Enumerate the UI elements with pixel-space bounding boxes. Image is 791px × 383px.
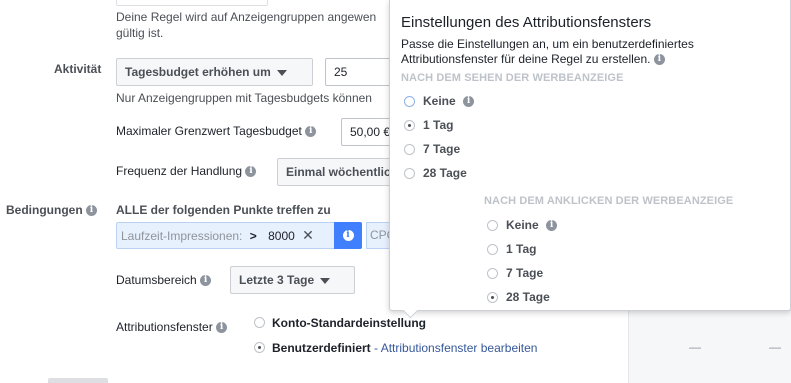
activity-note: Nur Anzeigengruppen mit Tagesbudgets kön… <box>116 91 372 105</box>
attribution-label-row: Attributionsfenster i <box>116 320 228 334</box>
rule-note-line2: gültig ist. <box>116 26 164 40</box>
click-option-label[interactable]: 1 Tag <box>506 242 536 256</box>
activity-action-dropdown[interactable]: Tagesbudget erhöhen um <box>116 58 313 86</box>
chip-info-button[interactable]: i <box>334 222 362 249</box>
condition-chip[interactable]: Laufzeit-Impressionen: > 8000 ✕ <box>116 222 362 249</box>
info-icon[interactable]: i <box>245 166 257 178</box>
conditions-label-row: Bedingungen i <box>6 203 98 217</box>
click-option-label[interactable]: 7 Tage <box>506 266 543 280</box>
info-icon: i <box>342 230 354 242</box>
attribution-label: Attributionsfenster <box>116 320 213 334</box>
chip-metric: Laufzeit-Impressionen: <box>121 229 243 243</box>
conditions-scope: ALLE der folgenden Punkte treffen zu <box>116 203 331 217</box>
activity-label: Aktivität <box>54 62 102 76</box>
date-range-label: Datumsbereich <box>116 273 197 287</box>
attribution-popover: Einstellungen des Attributionsfensters P… <box>389 0 791 311</box>
view-option-radio[interactable] <box>404 168 415 179</box>
attribution-custom-row: Benutzerdefiniert - Attributionsfenster … <box>272 341 537 355</box>
max-budget-label-row: Maximaler Grenzwert Tagesbudget i <box>116 124 317 138</box>
date-range-label-row: Datumsbereich i <box>116 273 212 287</box>
view-option-radio[interactable] <box>404 96 415 107</box>
view-option-label[interactable]: 1 Tag <box>423 118 453 132</box>
top-field-edge <box>116 0 268 6</box>
view-option-radio[interactable] <box>404 120 415 131</box>
info-icon[interactable]: i <box>653 54 665 66</box>
info-icon[interactable]: i <box>200 275 212 287</box>
frequency-label: Frequenz der Handlung <box>116 164 243 178</box>
attribution-separator: - <box>370 341 381 355</box>
right-panel-dash: — <box>769 340 781 354</box>
click-option-label[interactable]: 28 Tage <box>506 290 550 304</box>
info-icon[interactable]: i <box>216 322 228 334</box>
close-icon[interactable]: ✕ <box>302 227 314 243</box>
click-option-radio[interactable] <box>487 268 498 279</box>
chevron-down-icon <box>320 277 331 284</box>
click-option-radio[interactable] <box>487 220 498 231</box>
info-icon[interactable]: i <box>86 205 98 217</box>
chip-operator: > <box>249 229 257 243</box>
frequency-label-row: Frequenz der Handlung i <box>116 164 257 178</box>
view-heading: NACH DEM SEHEN DER WERBEANZEIGE <box>401 72 624 84</box>
info-icon[interactable]: i <box>546 220 558 232</box>
click-heading: NACH DEM ANKLICKEN DER WERBEANZEIGE <box>484 195 734 207</box>
click-option-radio[interactable] <box>487 292 498 303</box>
info-icon[interactable]: i <box>463 96 475 108</box>
chevron-down-icon <box>276 69 287 76</box>
max-budget-label: Maximaler Grenzwert Tagesbudget <box>116 124 302 138</box>
popover-title: Einstellungen des Attributionsfensters <box>401 14 652 31</box>
info-icon[interactable]: i <box>305 126 317 138</box>
popover-desc-line2: Attributionsfenster für deine Regel zu e… <box>401 52 651 66</box>
popover-desc-line1: Passe die Einstellungen an, um ein benut… <box>401 37 694 51</box>
click-option-keine-row[interactable]: Keine i <box>506 218 558 232</box>
view-option-label: Keine <box>423 94 456 108</box>
view-option-label[interactable]: 7 Tage <box>423 142 460 156</box>
edit-attribution-link[interactable]: Attributionsfenster bearbeiten <box>381 341 538 355</box>
date-range-value: Letzte 3 Tage <box>239 273 315 287</box>
chip-value: 8000 <box>268 229 295 243</box>
popover-desc-row2: Attributionsfenster für deine Regel zu e… <box>401 52 665 66</box>
bottom-partial-row <box>48 378 128 383</box>
frequency-dropdown[interactable]: Einmal wöchentlich <box>277 158 407 186</box>
attribution-default-label[interactable]: Konto-Standardeinstellung <box>272 316 426 330</box>
right-panel-dash: — <box>689 340 701 354</box>
click-option-label: Keine <box>506 218 539 232</box>
view-option-label[interactable]: 28 Tage <box>423 166 467 180</box>
date-range-dropdown[interactable]: Letzte 3 Tage <box>230 266 355 294</box>
attribution-default-radio[interactable] <box>254 317 265 328</box>
conditions-label: Bedingungen <box>6 203 83 217</box>
view-option-radio[interactable] <box>404 144 415 155</box>
rule-note-line1: Deine Regel wird auf Anzeigengruppen ang… <box>116 10 377 24</box>
click-option-radio[interactable] <box>487 244 498 255</box>
attribution-custom-label[interactable]: Benutzerdefiniert <box>272 341 371 355</box>
attribution-custom-radio[interactable] <box>254 342 265 353</box>
view-option-keine-row[interactable]: Keine i <box>423 94 475 108</box>
activity-action-label: Tagesbudget erhöhen um <box>125 65 271 79</box>
